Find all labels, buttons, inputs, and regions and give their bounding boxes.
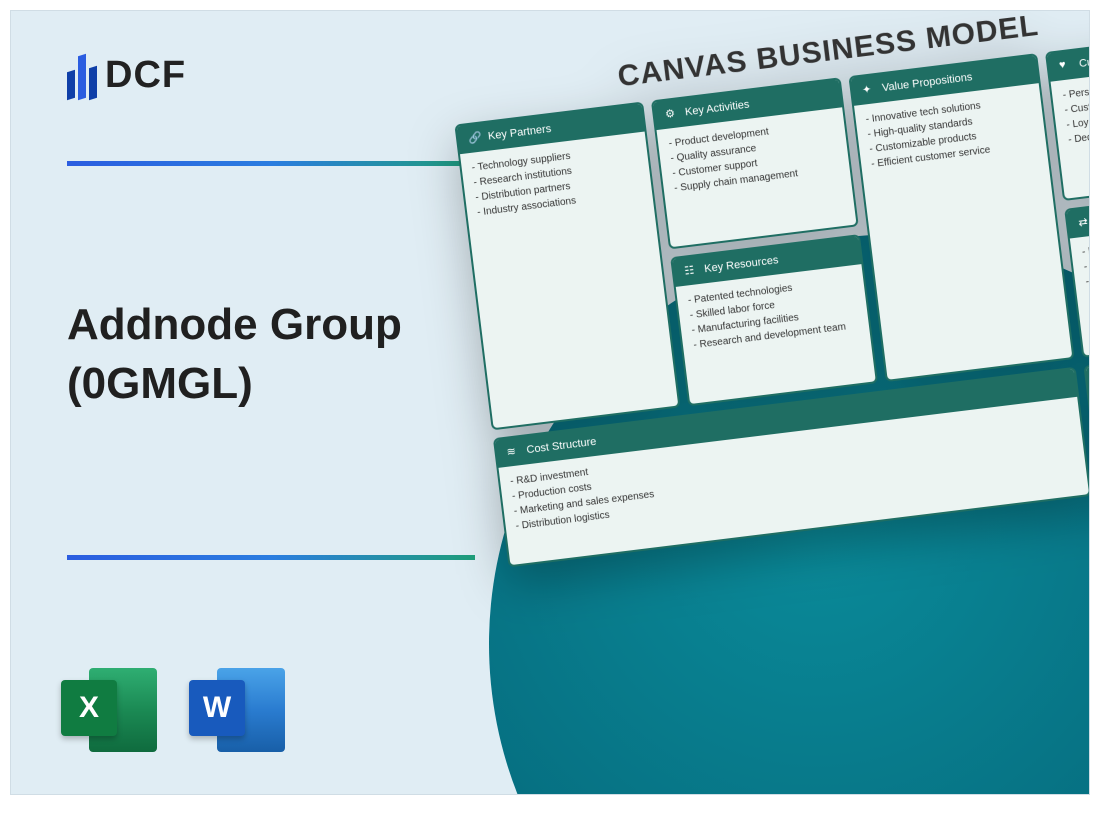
divider-top — [67, 161, 475, 166]
canvas-grid: 🔗Key Partners Technology suppliersResear… — [454, 32, 1090, 567]
title-line-1: Addnode Group — [67, 295, 402, 354]
channels-icon: ⇄ — [1078, 215, 1090, 231]
block-label: Value Propositions — [881, 71, 973, 94]
block-value-propositions: ✦Value Propositions Innovative tech solu… — [848, 53, 1075, 382]
block-key-resources: ☷Key Resources Patented technologiesSkil… — [671, 234, 878, 406]
block-label: Key Partners — [487, 123, 552, 143]
relationships-icon: ♥ — [1058, 58, 1074, 74]
word-letter: W — [189, 680, 245, 736]
excel-letter: X — [61, 680, 117, 736]
block-label: Key Activities — [684, 99, 750, 119]
resources-icon: ☷ — [684, 263, 700, 279]
block-key-partners: 🔗Key Partners Technology suppliersResear… — [454, 101, 681, 430]
word-icon: W — [189, 662, 285, 758]
divider-bottom — [67, 555, 475, 560]
value-icon: ✦ — [861, 82, 877, 98]
excel-icon: X — [61, 662, 157, 758]
page-title: Addnode Group (0GMGL) — [67, 295, 402, 414]
promo-card: DCF Addnode Group (0GMGL) X W CANVAS BUS… — [10, 10, 1090, 795]
block-label: Cost Structure — [526, 436, 597, 456]
title-line-2: (0GMGL) — [67, 354, 402, 413]
logo-mark-icon — [67, 51, 97, 99]
block-label: Key Resources — [704, 254, 780, 275]
block-key-activities: ⚙Key Activities Product developmentQuali… — [651, 77, 858, 249]
brand-logo: DCF — [67, 51, 186, 99]
partners-icon: 🔗 — [467, 130, 483, 146]
block-label: Customer Relationships — [1078, 44, 1090, 70]
cost-icon: ≋ — [506, 444, 522, 460]
file-format-badges: X W — [61, 662, 285, 758]
activities-icon: ⚙ — [664, 106, 680, 122]
brand-name: DCF — [105, 54, 186, 97]
canvas-preview: CANVAS BUSINESS MODEL 🔗Key Partners Tech… — [449, 10, 1090, 567]
